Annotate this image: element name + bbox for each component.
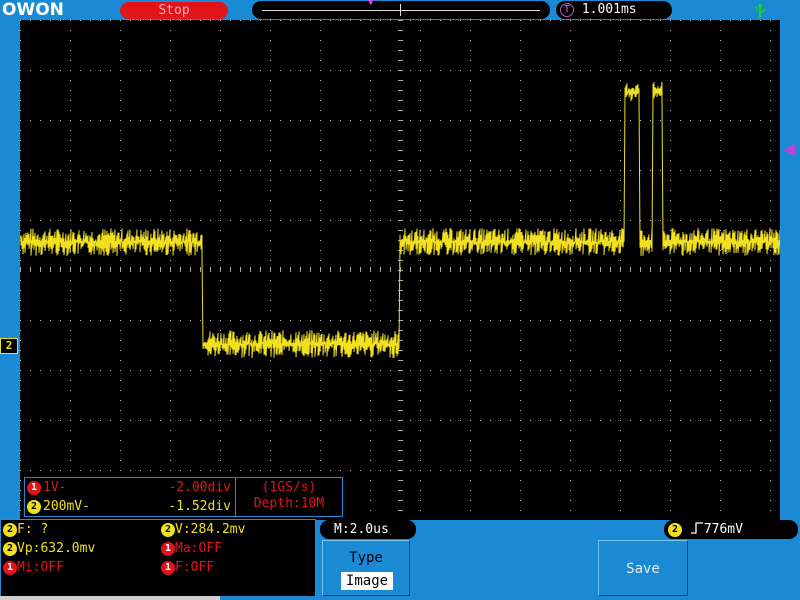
trigger-time-icon: T: [560, 3, 574, 17]
type-label: Type: [349, 550, 383, 566]
usb-icon: [755, 2, 766, 18]
save-label: Save: [626, 561, 660, 577]
trigger-time-readout: T 1.001ms: [556, 1, 672, 19]
ch2-settings-row[interactable]: 2 200mV- -1.52div: [27, 498, 233, 516]
ch2-volts-div: 200mV-: [43, 499, 90, 514]
type-value: Image: [341, 572, 393, 590]
waveform-canvas: [20, 20, 780, 511]
ch1-badge-icon: 1: [161, 561, 175, 575]
meas-vpp: 2 Vp:632.0mv: [3, 539, 95, 558]
timebase-readout[interactable]: M:2.0us: [320, 520, 416, 539]
ch1-badge-icon: 1: [27, 481, 41, 495]
acquisition-info: (1GS/s) Depth:10M: [235, 477, 343, 517]
waveform-display[interactable]: [20, 20, 780, 520]
top-status-bar: OWON Stop ▼ T 1.001ms: [0, 0, 800, 22]
rising-edge-icon: [690, 522, 703, 534]
trigger-position-bar: ▼: [252, 0, 550, 19]
meas-max: 1 Ma:OFF: [161, 539, 222, 558]
trigger-time-value: 1.001ms: [581, 2, 637, 17]
ch2-badge-icon: 2: [3, 542, 17, 556]
meas-frequency: 2 F: ?: [3, 520, 48, 539]
trigger-level: 776mV: [703, 522, 743, 537]
ch1-badge-icon: 1: [161, 542, 175, 556]
meas-min: 1 Mi:OFF: [3, 558, 64, 577]
ch2-badge-icon: 2: [161, 523, 175, 537]
trigger-position-icon: ▼: [368, 0, 374, 8]
meas-amplitude: 2 V:284.2mv: [161, 520, 245, 539]
ch2-ground-marker[interactable]: 2: [0, 338, 18, 354]
memory-depth: Depth:10M: [253, 496, 325, 511]
ch2-badge-icon: 2: [27, 500, 41, 514]
save-button[interactable]: Save: [598, 540, 688, 596]
ch1-settings-row[interactable]: 1 1V- -2.00div: [27, 479, 233, 497]
ch1-volts-div: 1V-: [43, 480, 67, 495]
measurement-scrollbar[interactable]: [0, 596, 220, 600]
sample-rate: (1GS/s): [261, 480, 317, 495]
type-button[interactable]: Type Image: [322, 540, 410, 596]
measurement-panel: 2 F: ? 2 V:284.2mv 2 Vp:632.0mv 1 Ma:OFF 1 Mi…: [0, 519, 316, 597]
trigger-info[interactable]: 2 776mV: [664, 520, 798, 539]
run-stop-indicator[interactable]: Stop: [120, 2, 228, 19]
ch2-offset: -1.52div: [168, 499, 231, 514]
trigger-level-icon[interactable]: [783, 144, 795, 156]
ch2-badge-icon: 2: [3, 523, 17, 537]
trigger-channel-badge-icon: 2: [668, 523, 682, 537]
ch1-offset: -2.00div: [168, 480, 231, 495]
brand-logo: OWON: [2, 0, 64, 20]
ch1-badge-icon: 1: [3, 561, 17, 575]
meas-frequency-ch1: 1 F:OFF: [161, 558, 214, 577]
channel-settings-panel: 1 1V- -2.00div 2 200mV- -1.52div: [24, 477, 236, 517]
